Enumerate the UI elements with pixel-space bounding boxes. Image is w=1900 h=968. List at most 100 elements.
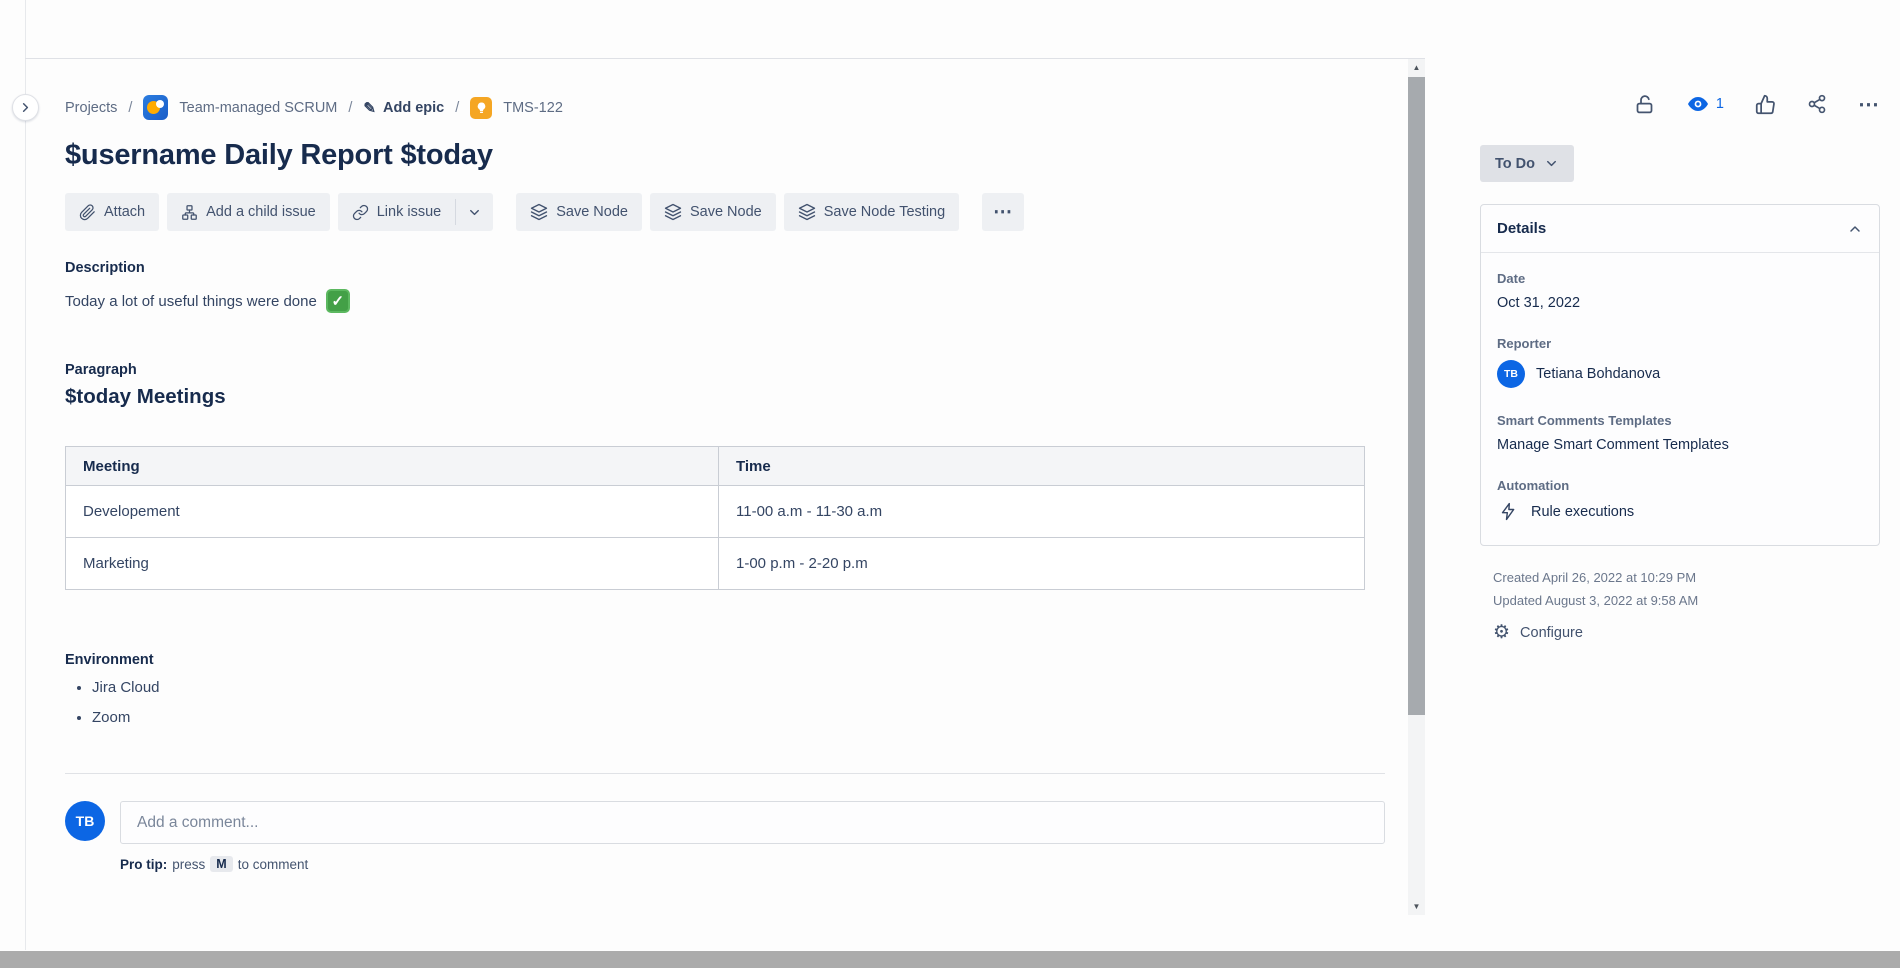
chevron-down-icon	[1544, 156, 1559, 171]
details-panel: Details Date Oct 31, 2022 Reporter TB Te…	[1480, 204, 1880, 546]
updated-timestamp: Updated August 3, 2022 at 9:58 AM	[1493, 589, 1880, 612]
chevron-right-icon	[18, 100, 33, 115]
rule-executions-link[interactable]: Rule executions	[1497, 502, 1863, 521]
link-icon	[352, 204, 369, 221]
reporter-field: Reporter TB Tetiana Bohdanova	[1497, 336, 1863, 388]
toolbar-more-button[interactable]: ⋯	[982, 193, 1024, 231]
comment-protip: Pro tip: press M to comment	[120, 856, 1385, 872]
share-button[interactable]	[1807, 94, 1827, 114]
share-icon	[1807, 94, 1827, 114]
time-cell: 1-00 p.m - 2-20 p.m	[719, 538, 1365, 590]
breadcrumb-issue-key[interactable]: TMS-122	[503, 100, 563, 116]
save-node-button-1[interactable]: Save Node	[516, 193, 642, 231]
pencil-icon: ✎	[363, 99, 376, 117]
smart-comments-templates-field: Smart Comments Templates Manage Smart Co…	[1497, 413, 1863, 453]
eye-icon	[1686, 92, 1710, 116]
breadcrumb-separator: /	[455, 100, 459, 116]
reporter-avatar: TB	[1497, 360, 1525, 388]
ellipsis-icon: ⋯	[993, 201, 1013, 224]
save-node-label: Save Node	[556, 204, 628, 220]
layers-icon	[530, 203, 548, 221]
keyboard-key-m: M	[210, 856, 232, 872]
issue-type-icon	[470, 97, 492, 119]
scroll-down-arrow[interactable]: ▼	[1408, 898, 1425, 915]
table-row: Marketing 1-00 p.m - 2-20 p.m	[66, 538, 1365, 590]
created-timestamp: Created April 26, 2022 at 10:29 PM	[1493, 566, 1880, 589]
add-child-issue-label: Add a child issue	[206, 204, 316, 220]
scrollbar-thumb[interactable]	[1408, 77, 1425, 715]
protip-to-comment: to comment	[238, 857, 309, 872]
issue-toolbar: Attach Add a child issue Link issue	[65, 193, 1385, 231]
configure-button[interactable]: ⚙ Configure	[1493, 623, 1880, 642]
issue-main-column: Projects / Team-managed SCRUM / ✎ Add ep…	[65, 95, 1385, 872]
save-node-button-2[interactable]: Save Node	[650, 193, 776, 231]
add-child-issue-button[interactable]: Add a child issue	[167, 193, 330, 231]
more-actions-button[interactable]: ⋯	[1858, 94, 1880, 115]
protip-press: press	[172, 857, 205, 872]
details-panel-header[interactable]: Details	[1481, 205, 1879, 253]
issue-side-column: 1 ⋯ To Do Details	[1480, 90, 1880, 642]
description-text[interactable]: Today a lot of useful things were done ✓	[65, 289, 1385, 313]
link-issue-split-button: Link issue	[338, 193, 493, 231]
environment-list: Jira Cloud Zoom	[65, 679, 1385, 726]
breadcrumb: Projects / Team-managed SCRUM / ✎ Add ep…	[65, 95, 1385, 120]
configure-label: Configure	[1520, 625, 1583, 641]
current-user-avatar[interactable]: TB	[65, 801, 105, 841]
description-label: Description	[65, 260, 1385, 276]
paperclip-icon	[79, 204, 96, 221]
content-top-divider	[25, 58, 1425, 59]
list-item: Jira Cloud	[92, 679, 1385, 696]
add-epic-label: Add epic	[383, 100, 444, 116]
section-divider	[65, 773, 1385, 774]
jira-issue-view: Projects / Team-managed SCRUM / ✎ Add ep…	[0, 0, 1900, 968]
chevron-up-icon	[1847, 221, 1863, 237]
breadcrumb-project[interactable]: Team-managed SCRUM	[179, 100, 337, 116]
table-header-row: Meeting Time	[66, 447, 1365, 486]
issue-actions-row: 1 ⋯	[1480, 90, 1880, 118]
details-title: Details	[1497, 220, 1546, 237]
save-node-testing-label: Save Node Testing	[824, 204, 945, 220]
save-node-testing-button[interactable]: Save Node Testing	[784, 193, 959, 231]
expand-sidebar-button[interactable]	[12, 94, 39, 121]
meetings-table: Meeting Time Developement 11-00 a.m - 11…	[65, 446, 1365, 590]
issue-title[interactable]: $username Daily Report $today	[65, 139, 1385, 172]
issue-meta-footer: Created April 26, 2022 at 10:29 PM Updat…	[1480, 566, 1880, 642]
scroll-up-arrow[interactable]: ▲	[1408, 59, 1425, 76]
watch-button[interactable]: 1	[1686, 92, 1724, 116]
meeting-column-header: Meeting	[66, 447, 719, 486]
description-value: Today a lot of useful things were done	[65, 293, 317, 310]
unlock-icon	[1634, 94, 1655, 115]
status-dropdown[interactable]: To Do	[1480, 145, 1574, 182]
date-field: Date Oct 31, 2022	[1497, 271, 1863, 311]
layers-icon	[798, 203, 816, 221]
reporter-label: Reporter	[1497, 336, 1863, 351]
manage-smart-comment-templates-link[interactable]: Manage Smart Comment Templates	[1497, 437, 1863, 453]
attach-button[interactable]: Attach	[65, 193, 159, 231]
bottom-gray-bar	[0, 951, 1900, 968]
breadcrumb-projects[interactable]: Projects	[65, 100, 117, 116]
vote-button[interactable]	[1755, 94, 1776, 115]
environment-label: Environment	[65, 652, 1385, 668]
details-panel-body: Date Oct 31, 2022 Reporter TB Tetiana Bo…	[1481, 253, 1879, 545]
date-value[interactable]: Oct 31, 2022	[1497, 295, 1863, 311]
content-scrollbar[interactable]: ▲ ▼	[1408, 59, 1425, 915]
restrictions-button[interactable]	[1634, 94, 1655, 115]
ellipsis-icon: ⋯	[1858, 94, 1880, 115]
breadcrumb-add-epic[interactable]: ✎ Add epic	[363, 99, 444, 117]
project-avatar-icon	[143, 95, 168, 120]
breadcrumb-separator: /	[348, 100, 352, 116]
link-issue-dropdown-button[interactable]	[456, 193, 493, 231]
protip-bold: Pro tip:	[120, 857, 167, 872]
child-issues-icon	[181, 204, 198, 221]
layers-icon	[664, 203, 682, 221]
add-comment-input[interactable]	[120, 801, 1385, 844]
reporter-value[interactable]: TB Tetiana Bohdanova	[1497, 360, 1863, 388]
time-cell: 11-00 a.m - 11-30 a.m	[719, 486, 1365, 538]
list-item: Zoom	[92, 709, 1385, 726]
meeting-cell: Marketing	[66, 538, 719, 590]
status-label: To Do	[1495, 156, 1535, 172]
lightning-bolt-icon	[1499, 502, 1518, 521]
link-issue-button[interactable]: Link issue	[338, 193, 455, 231]
reporter-name: Tetiana Bohdanova	[1536, 366, 1660, 382]
thumbs-up-icon	[1755, 94, 1776, 115]
